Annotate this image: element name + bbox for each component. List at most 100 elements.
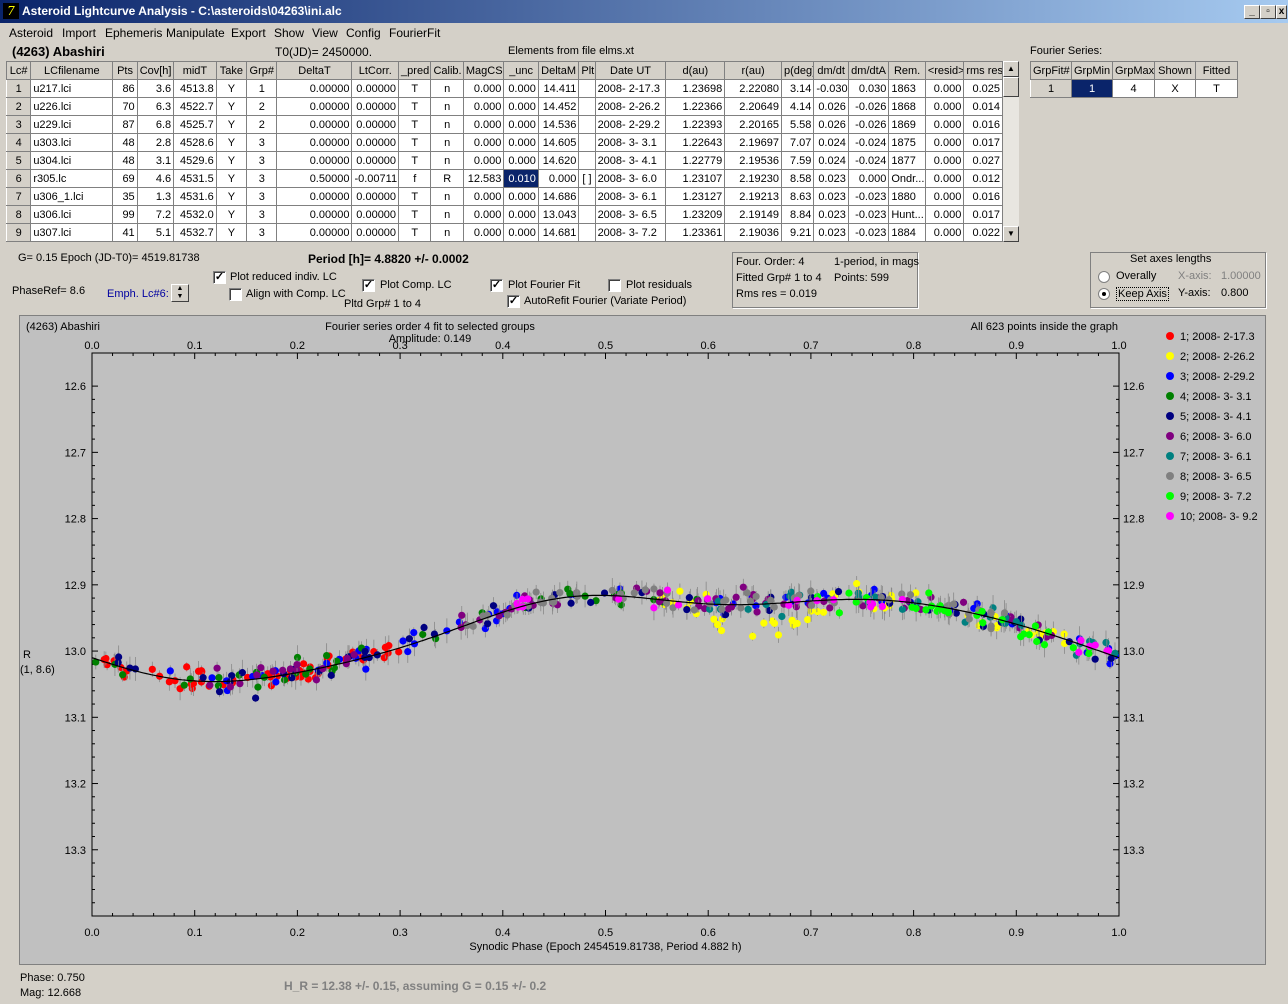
table-cell[interactable]: T: [398, 97, 432, 116]
table-cell[interactable]: 0.00000: [351, 205, 400, 224]
table-cell[interactable]: T: [398, 115, 432, 134]
table-cell[interactable]: -0.023: [847, 205, 890, 224]
table-cell[interactable]: -0.026: [847, 97, 890, 116]
column-header[interactable]: _pred: [398, 61, 432, 80]
table-cell[interactable]: 1875: [888, 133, 926, 152]
menu-show[interactable]: Show: [274, 26, 304, 40]
table-cell[interactable]: 0.00000: [276, 115, 353, 134]
table-cell[interactable]: 14.452: [537, 97, 580, 116]
table-cell[interactable]: 0.000: [503, 205, 539, 224]
table-cell[interactable]: 1863: [888, 79, 926, 98]
table-cell[interactable]: 4.14: [780, 97, 815, 116]
table-cell[interactable]: 0.000: [503, 151, 539, 170]
table-cell[interactable]: 0.000: [503, 223, 539, 242]
table-cell[interactable]: 1.22643: [665, 133, 726, 152]
column-header[interactable]: p(deg): [780, 61, 815, 80]
menu-import[interactable]: Import: [62, 26, 96, 40]
table-cell[interactable]: 0.010: [503, 169, 539, 188]
table-cell[interactable]: 1869: [888, 115, 926, 134]
table-cell[interactable]: 0.000: [503, 115, 539, 134]
table-cell[interactable]: 0.000: [924, 97, 965, 116]
table-cell[interactable]: 1.3: [136, 187, 175, 206]
column-header[interactable]: LtCorr.: [351, 61, 400, 80]
table-cell[interactable]: 99: [112, 205, 138, 224]
column-header[interactable]: Rem.: [888, 61, 926, 80]
table-cell[interactable]: 2: [246, 97, 278, 116]
table-cell[interactable]: 0.000: [462, 205, 505, 224]
row-header[interactable]: 6: [5, 169, 32, 188]
table-cell[interactable]: [578, 223, 596, 242]
table-cell[interactable]: T: [398, 223, 432, 242]
table-cell[interactable]: 69: [112, 169, 138, 188]
table-cell[interactable]: 0.017: [963, 205, 1003, 224]
fourier-column-header[interactable]: Fitted: [1195, 61, 1238, 80]
table-cell[interactable]: 6.3: [136, 97, 175, 116]
table-cell[interactable]: 1884: [888, 223, 926, 242]
table-cell[interactable]: Hunt...: [888, 205, 926, 224]
table-cell[interactable]: 14.536: [537, 115, 580, 134]
table-cell[interactable]: n: [430, 79, 464, 98]
column-header[interactable]: DeltaT: [276, 61, 353, 80]
table-cell[interactable]: 0.00000: [276, 187, 353, 206]
table-cell[interactable]: Y: [215, 115, 248, 134]
table-row[interactable]: 1 u217.lci 86 3.6 4513.8 Y 1 0.00000 0.00000 Tn 0.…: [5, 79, 1003, 98]
table-cell[interactable]: n: [430, 223, 464, 242]
table-cell[interactable]: 0.000: [462, 97, 505, 116]
fourier-cell[interactable]: 4: [1112, 79, 1155, 98]
table-cell[interactable]: 0.022: [963, 223, 1003, 242]
table-cell[interactable]: 0.016: [963, 187, 1003, 206]
close-button[interactable]: x: [1276, 5, 1287, 19]
lightcurve-table[interactable]: Lc# LCfilename Pts Cov[h] midT Take Grp# DeltaT…: [5, 61, 1003, 242]
table-cell[interactable]: 6.8: [136, 115, 175, 134]
table-cell[interactable]: 0.000: [847, 169, 890, 188]
table-cell[interactable]: -0.030: [813, 79, 849, 98]
table-cell[interactable]: Y: [215, 169, 248, 188]
table-cell[interactable]: 14.411: [537, 79, 580, 98]
table-cell[interactable]: 2008- 3- 4.1: [594, 151, 667, 170]
table-cell[interactable]: u304.lci: [30, 151, 114, 170]
table-cell[interactable]: 1: [246, 79, 278, 98]
table-cell[interactable]: 4525.7: [173, 115, 217, 134]
table-cell[interactable]: 1.23361: [665, 223, 726, 242]
table-cell[interactable]: 1.23209: [665, 205, 726, 224]
table-cell[interactable]: 4513.8: [173, 79, 217, 98]
table-cell[interactable]: 70: [112, 97, 138, 116]
table-cell[interactable]: 2.19536: [724, 151, 782, 170]
table-cell[interactable]: 0.023: [813, 187, 849, 206]
table-cell[interactable]: -0.024: [847, 133, 890, 152]
table-cell[interactable]: 7.59: [780, 151, 815, 170]
table-cell[interactable]: -0.023: [847, 187, 890, 206]
scroll-down-icon[interactable]: ▼: [1003, 226, 1019, 242]
column-header[interactable]: midT: [173, 61, 217, 80]
table-cell[interactable]: Y: [215, 205, 248, 224]
table-cell[interactable]: 0.026: [813, 97, 849, 116]
table-cell[interactable]: 86: [112, 79, 138, 98]
table-cell[interactable]: f: [398, 169, 432, 188]
column-header[interactable]: Lc#: [5, 61, 32, 80]
table-cell[interactable]: 0.026: [813, 115, 849, 134]
table-cell[interactable]: 0.00000: [276, 205, 353, 224]
table-cell[interactable]: u217.lci: [30, 79, 114, 98]
table-cell[interactable]: 2008- 2-29.2: [594, 115, 667, 134]
table-cell[interactable]: 0.00000: [351, 79, 400, 98]
table-cell[interactable]: 2.19213: [724, 187, 782, 206]
table-cell[interactable]: 0.023: [813, 169, 849, 188]
column-header[interactable]: Grp#: [246, 61, 278, 80]
table-cell[interactable]: 0.000: [924, 115, 965, 134]
table-cell[interactable]: 0.000: [462, 133, 505, 152]
table-cell[interactable]: 0.017: [963, 133, 1003, 152]
table-cell[interactable]: Ondr...: [888, 169, 926, 188]
table-cell[interactable]: 3: [246, 187, 278, 206]
table-cell[interactable]: 0.00000: [351, 97, 400, 116]
table-cell[interactable]: Y: [215, 79, 248, 98]
table-cell[interactable]: 7.07: [780, 133, 815, 152]
row-header[interactable]: 5: [5, 151, 32, 170]
table-cell[interactable]: r305.lc: [30, 169, 114, 188]
table-cell[interactable]: 0.016: [963, 115, 1003, 134]
table-cell[interactable]: 1.23698: [665, 79, 726, 98]
fourier-cell[interactable]: T: [1195, 79, 1238, 98]
table-cell[interactable]: 0.00000: [351, 133, 400, 152]
column-header[interactable]: d(au): [665, 61, 726, 80]
plot-residuals-checkbox[interactable]: [608, 279, 621, 292]
table-cell[interactable]: n: [430, 97, 464, 116]
